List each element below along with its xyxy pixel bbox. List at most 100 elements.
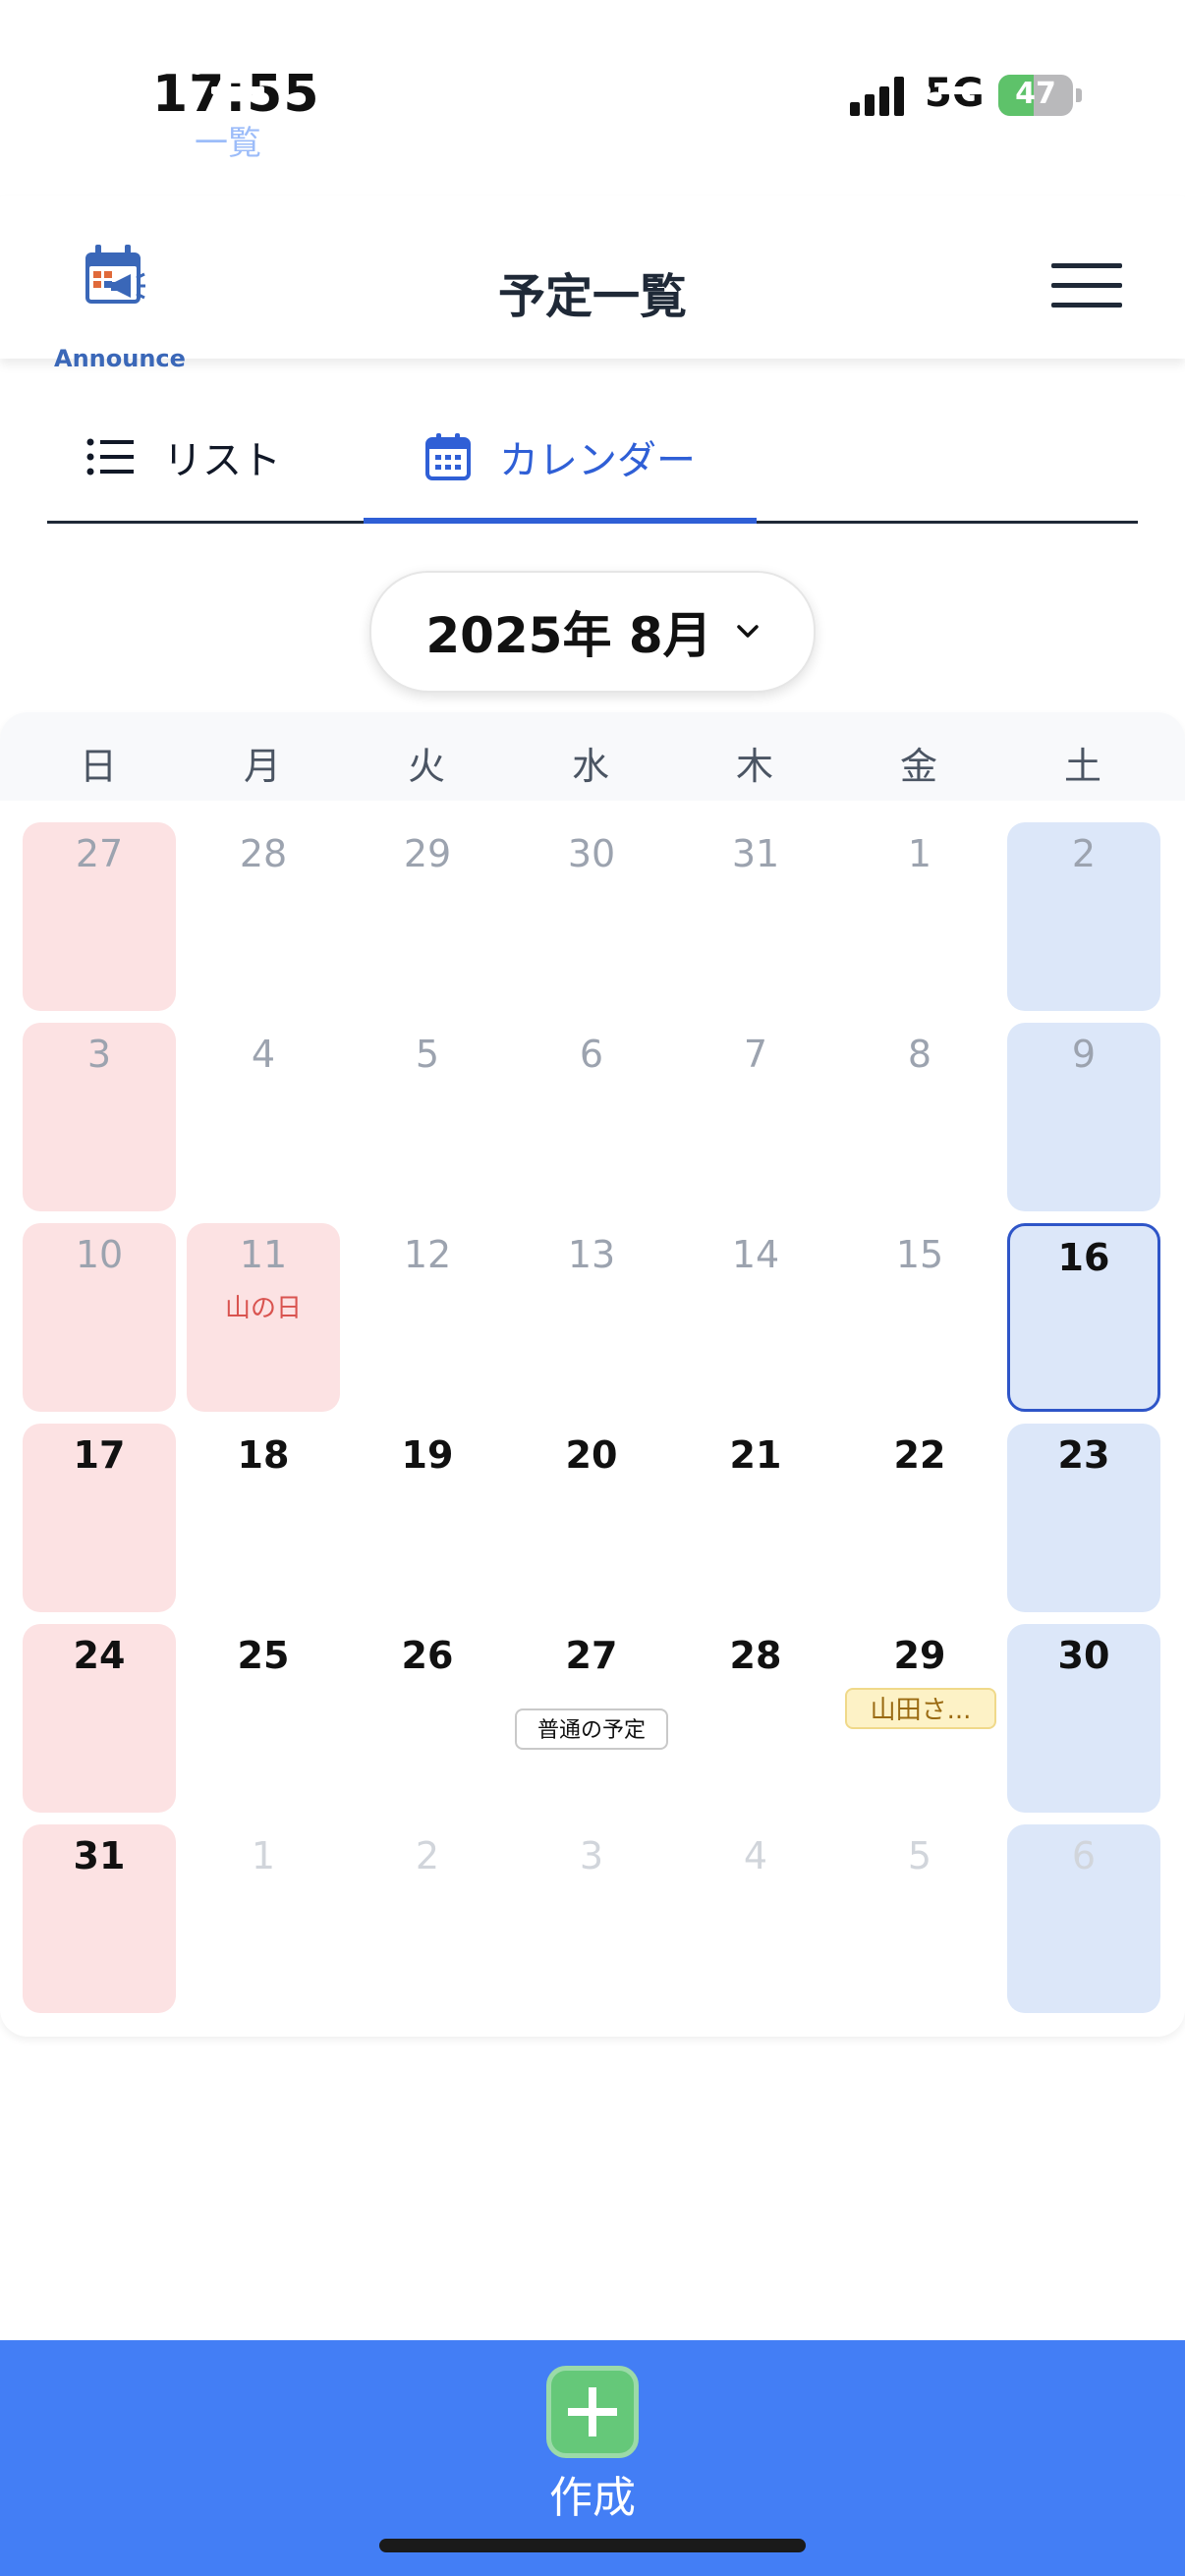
calendar-day-cell[interactable]: 30 — [515, 822, 668, 1011]
day-number: 7 — [743, 1033, 768, 1076]
day-number: 8 — [907, 1033, 932, 1076]
calendar-day-cell[interactable]: 6 — [1007, 1824, 1160, 2013]
calendar-day-cell[interactable]: 4 — [679, 1824, 832, 2013]
day-number: 27 — [75, 832, 124, 875]
calendar-day-cell[interactable]: 21 — [679, 1424, 832, 1612]
month-selector[interactable]: 2025年 8月 — [369, 571, 816, 693]
nav-list-label: 一覧 — [195, 124, 261, 163]
nav-history[interactable]: 履歴 — [837, 39, 1073, 164]
calendar-day-cell[interactable]: 12 — [351, 1223, 504, 1412]
create-label: 作成 — [549, 2473, 636, 2523]
calendar-day-cell[interactable]: 5 — [351, 1023, 504, 1211]
hamburger-menu-button[interactable] — [1051, 263, 1126, 310]
calendar-day-cell[interactable]: 25 — [187, 1624, 340, 1813]
day-number: 13 — [567, 1233, 616, 1276]
calendar-day-cell[interactable]: 9 — [1007, 1023, 1160, 1211]
day-number: 1 — [907, 832, 932, 875]
calendar-day-cell[interactable]: 30 — [1007, 1624, 1160, 1813]
calendar-day-cell[interactable]: 15 — [843, 1223, 996, 1412]
day-number: 12 — [403, 1233, 452, 1276]
day-number: 29 — [893, 1634, 946, 1677]
day-number: 4 — [251, 1033, 276, 1076]
calendar-day-cell[interactable]: 24 — [23, 1624, 176, 1813]
calendar-day-cell[interactable]: 4 — [187, 1023, 340, 1211]
calendar-day-cell[interactable]: 23 — [1007, 1424, 1160, 1612]
history-list-icon — [919, 39, 991, 98]
day-number: 28 — [239, 832, 288, 875]
day-number: 30 — [1057, 1634, 1110, 1677]
calendar-day-cell[interactable]: 2 — [1007, 822, 1160, 1011]
day-number: 14 — [731, 1233, 780, 1276]
calendar-day-cell[interactable]: 17 — [23, 1424, 176, 1612]
calendar-day-cell[interactable]: 3 — [515, 1824, 668, 2013]
day-number: 2 — [415, 1834, 440, 1877]
calendar-day-cell[interactable]: 16 — [1007, 1223, 1160, 1412]
day-number: 28 — [729, 1634, 782, 1677]
calendar-icon — [425, 433, 471, 480]
day-number: 26 — [401, 1634, 454, 1677]
day-number: 16 — [1057, 1236, 1110, 1279]
weekday-label: 火 — [407, 745, 445, 788]
calendar-day-cell[interactable]: 13 — [515, 1223, 668, 1412]
day-number: 25 — [237, 1634, 290, 1677]
nav-history-label: 履歴 — [922, 124, 988, 163]
day-number: 20 — [565, 1433, 618, 1477]
calendar-day-cell[interactable]: 1 — [187, 1824, 340, 2013]
calendar-day-cell[interactable]: 20 — [515, 1424, 668, 1612]
list-icon — [192, 39, 264, 98]
day-number: 21 — [729, 1433, 782, 1477]
calendar-day-cell[interactable]: 8 — [843, 1023, 996, 1211]
home-indicator — [379, 2539, 806, 2552]
calendar-day-cell[interactable]: 31 — [679, 822, 832, 1011]
calendar-day-cell[interactable]: 29 — [351, 822, 504, 1011]
day-number: 19 — [401, 1433, 454, 1477]
create-button[interactable] — [546, 2366, 639, 2458]
day-number: 18 — [237, 1433, 290, 1477]
calendar-day-cell[interactable]: 28 — [679, 1624, 832, 1813]
nav-list[interactable]: 一覧 — [110, 39, 346, 164]
event-chip[interactable]: 普通の予定 — [515, 1708, 668, 1750]
calendar-day-cell[interactable]: 14 — [679, 1223, 832, 1412]
calendar-day-cell[interactable]: 28 — [187, 822, 340, 1011]
calendar-day-cell[interactable]: 3 — [23, 1023, 176, 1211]
calendar-day-cell[interactable]: 10 — [23, 1223, 176, 1412]
day-number: 9 — [1071, 1033, 1097, 1076]
day-number: 31 — [731, 832, 780, 875]
calendar-day-cell[interactable]: 31 — [23, 1824, 176, 2013]
calendar-day-cell[interactable]: 22 — [843, 1424, 996, 1612]
view-tabs: リスト カレンダー — [47, 393, 1138, 524]
calendar-day-cell[interactable]: 7 — [679, 1023, 832, 1211]
weekday-label: 月 — [243, 745, 281, 788]
day-number: 24 — [73, 1634, 126, 1677]
tab-calendar[interactable]: カレンダー — [364, 393, 757, 524]
calendar-day-cell[interactable]: 1 — [843, 822, 996, 1011]
calendar-day-cell[interactable]: 11 山の日 — [187, 1223, 340, 1412]
weekday-label: 金 — [899, 745, 937, 788]
calendar-day-cell[interactable]: 5 — [843, 1824, 996, 2013]
day-number: 22 — [893, 1433, 946, 1477]
holiday-label: 山の日 — [224, 1294, 302, 1323]
day-number: 23 — [1057, 1433, 1110, 1477]
calendar-day-cell[interactable]: 27 — [23, 822, 176, 1011]
weekday-label: 水 — [571, 745, 609, 788]
calendar-day-cell[interactable]: 6 — [515, 1023, 668, 1211]
calendar-day-cell[interactable]: 26 — [351, 1624, 504, 1813]
day-number: 11 — [239, 1233, 288, 1276]
day-number: 15 — [895, 1233, 944, 1276]
day-number: 6 — [579, 1033, 604, 1076]
calendar-day-cell[interactable]: 18 — [187, 1424, 340, 1612]
calendar-day-cell[interactable]: 2 — [351, 1824, 504, 2013]
list-icon — [86, 438, 134, 476]
logo-text: Announce — [54, 345, 186, 372]
weekday-label: 土 — [1063, 745, 1101, 788]
day-number: 3 — [86, 1033, 112, 1076]
day-number: 29 — [403, 832, 452, 875]
day-number: 4 — [743, 1834, 768, 1877]
weekday-header: 日月火水木金土 — [0, 712, 1185, 801]
day-number: 6 — [1071, 1834, 1097, 1877]
tab-list[interactable]: リスト — [86, 393, 281, 521]
calendar-day-cell[interactable]: 19 — [351, 1424, 504, 1612]
plus-icon — [568, 2387, 617, 2436]
event-chip[interactable]: 山田さ... — [845, 1688, 996, 1729]
day-number: 1 — [251, 1834, 276, 1877]
